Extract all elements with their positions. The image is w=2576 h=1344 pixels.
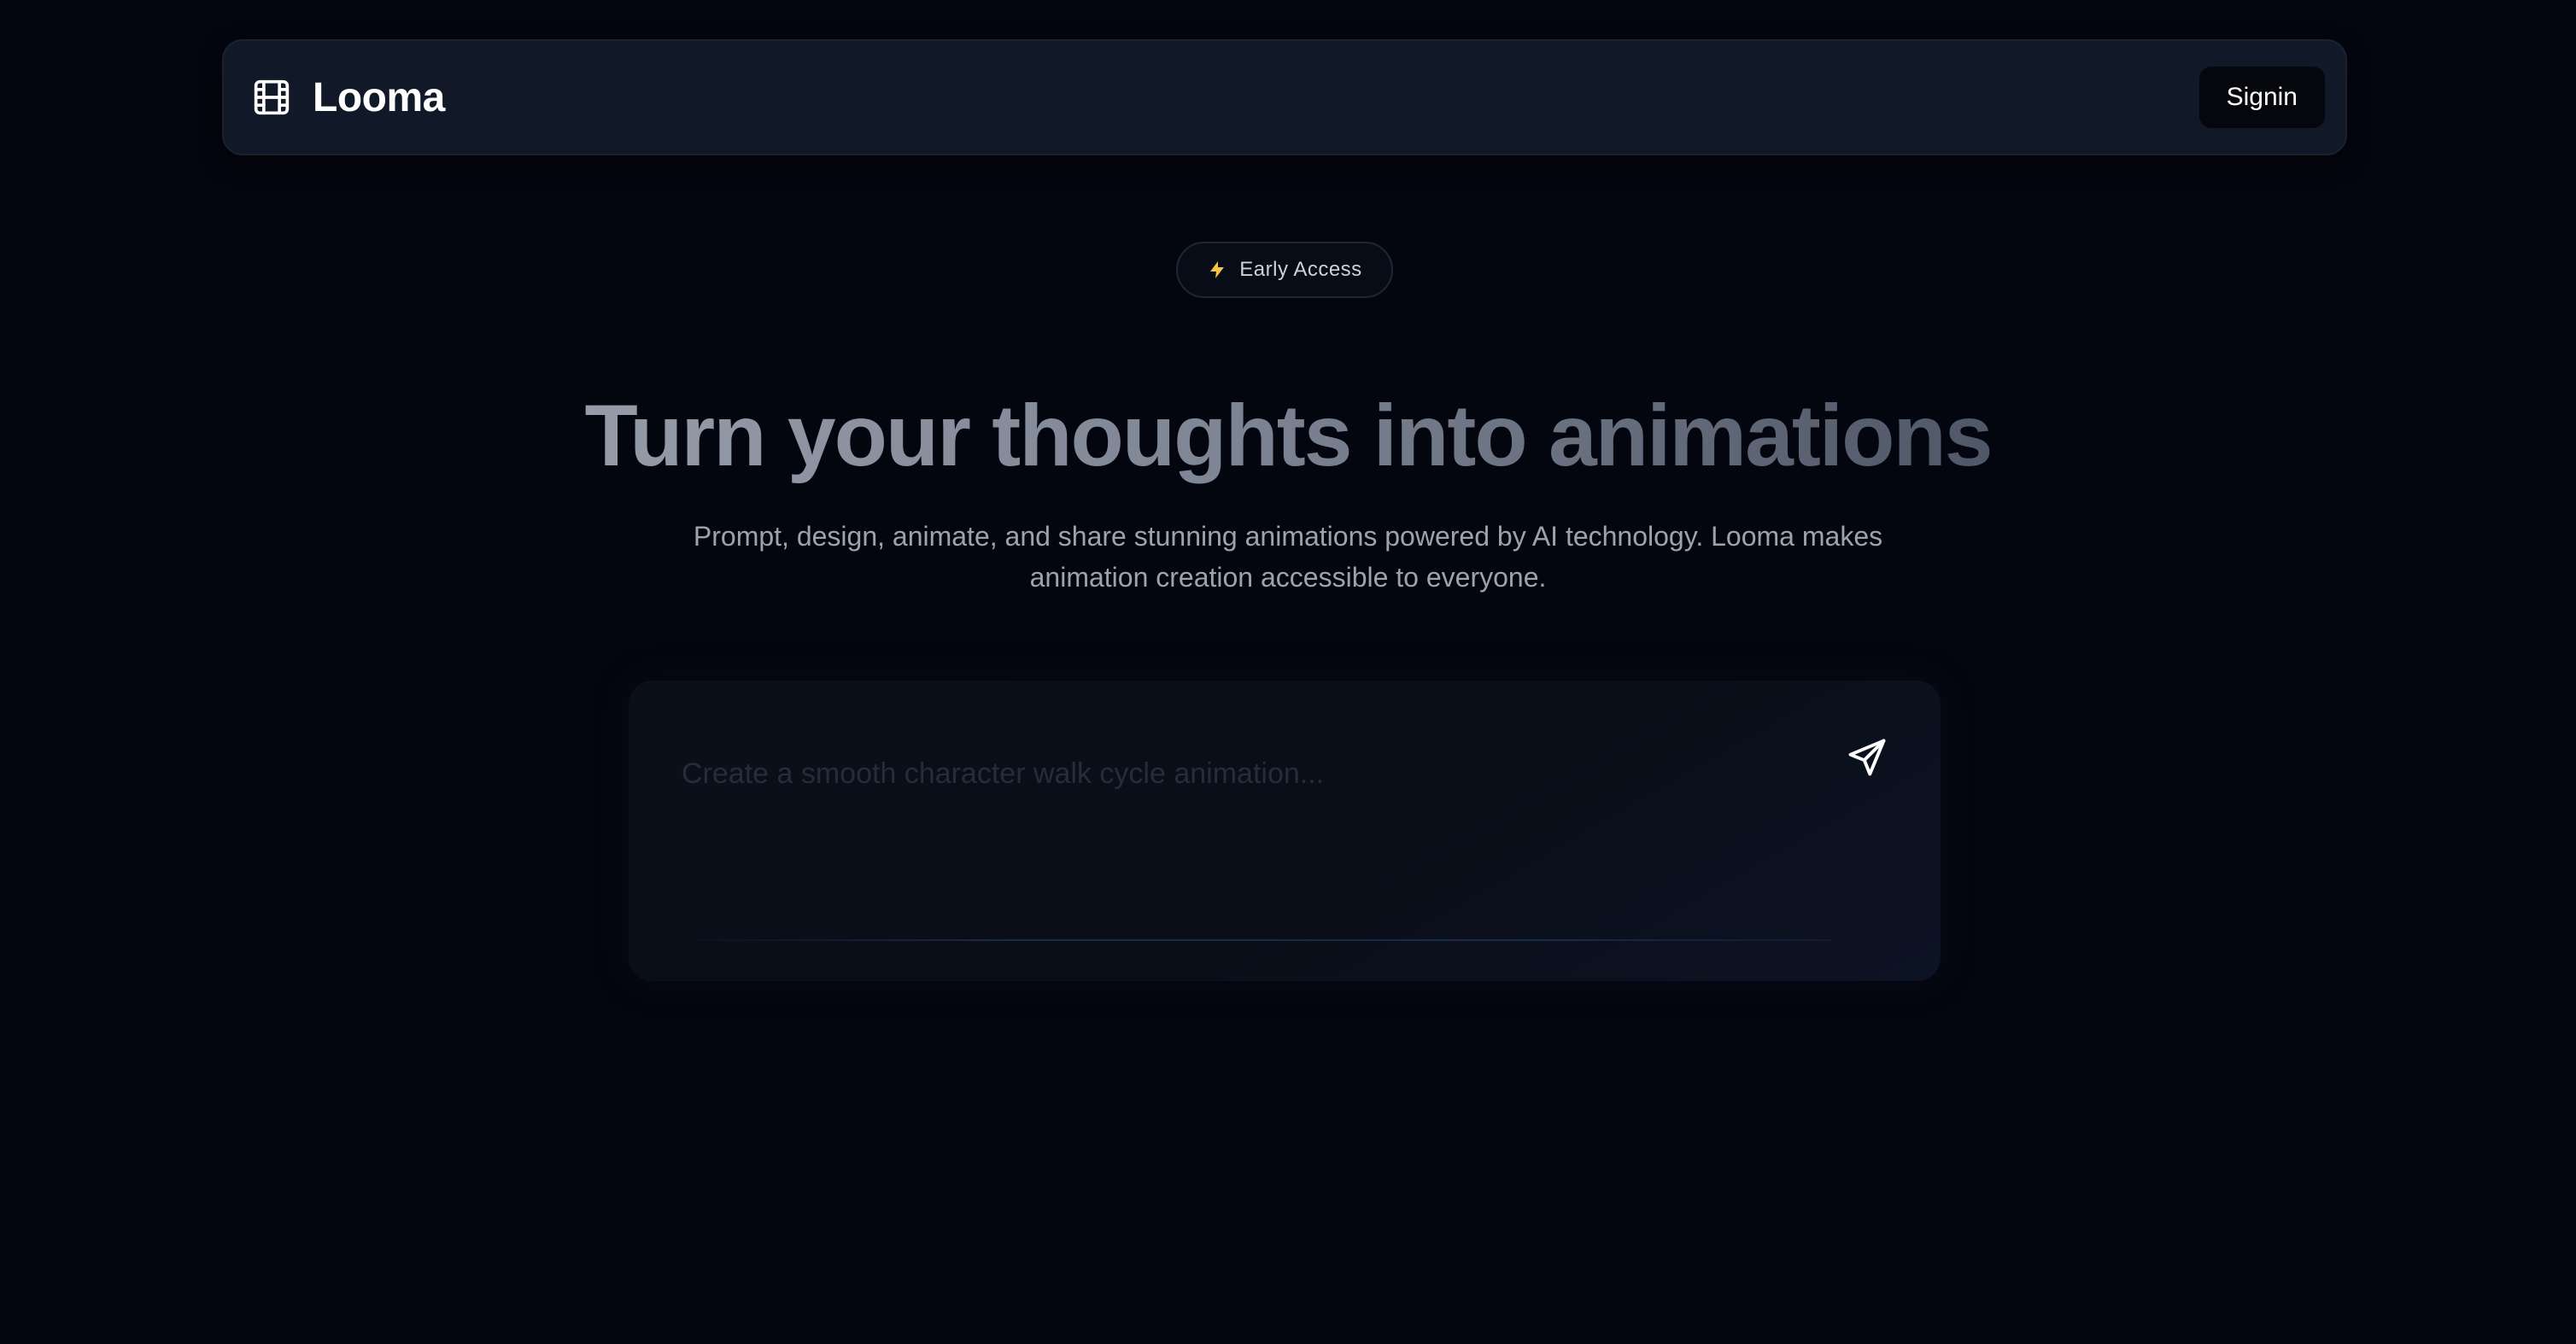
navbar: Looma Signin (222, 39, 2347, 155)
prompt-card (629, 681, 1941, 981)
brand-name: Looma (313, 74, 445, 120)
prompt-underline (668, 939, 1831, 941)
lightning-bolt-icon (1210, 261, 1225, 278)
hero-subtitle: Prompt, design, animate, and share stunn… (693, 521, 1883, 593)
hero-title: Turn your thoughts into animations (0, 376, 2576, 495)
signin-button[interactable]: Signin (2198, 67, 2325, 128)
send-button[interactable] (1836, 727, 1898, 788)
hero-title-text: Turn your thoughts into animations (584, 387, 1993, 484)
early-access-badge: Early Access (1176, 242, 1393, 298)
film-icon (254, 79, 290, 115)
send-icon (1848, 739, 1886, 776)
brand[interactable]: Looma (253, 74, 445, 121)
badge-label: Early Access (1239, 258, 1362, 281)
prompt-input[interactable] (682, 757, 1860, 791)
